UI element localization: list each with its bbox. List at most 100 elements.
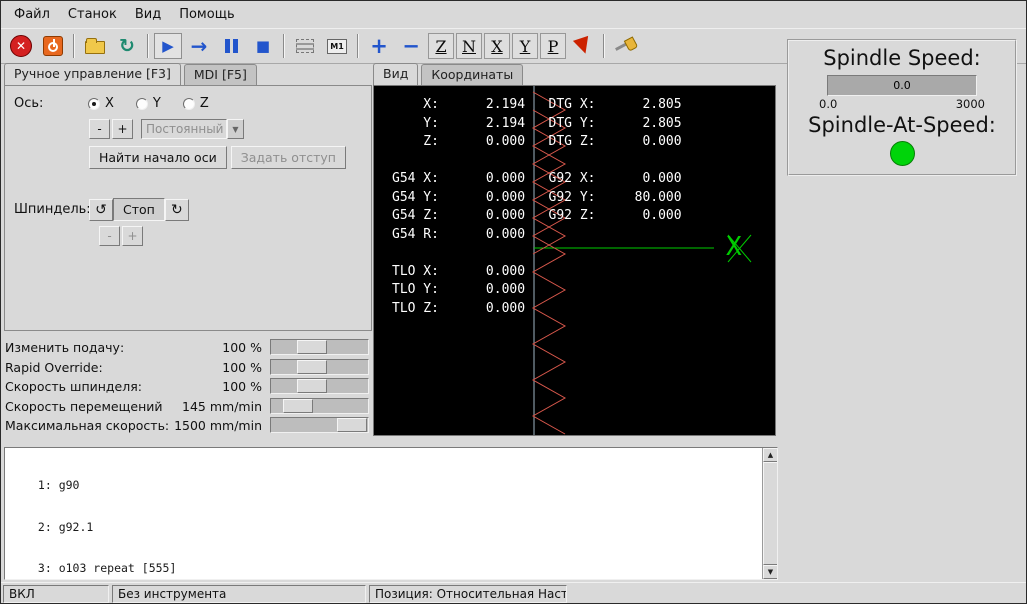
broom-icon (613, 35, 639, 57)
slider-handle[interactable] (297, 340, 327, 354)
view-y-icon: Y (519, 36, 531, 56)
clear-plot-button[interactable] (610, 32, 640, 60)
gcode-listing[interactable]: 1: g90 2: g92.1 3: o103 repeat [555] 4: … (4, 447, 778, 580)
combo-arrow-icon[interactable]: ▼ (227, 119, 244, 139)
gcode-line[interactable]: 3: o103 repeat [555] (31, 561, 777, 576)
skip-lines-button[interactable] (290, 32, 320, 60)
slider-handle[interactable] (283, 398, 313, 413)
menu-file[interactable]: Файл (5, 3, 59, 26)
gcode-line[interactable]: 2: g92.1 (31, 520, 777, 535)
tab-mdi[interactable]: MDI [F5] (183, 64, 257, 85)
reload-button[interactable]: ↻ (112, 32, 142, 60)
zoom-out-icon: − (402, 33, 420, 58)
preview-section: Вид Координаты X: 2.194 DTG X: 2.805 Y: … (373, 63, 778, 436)
view-x-button[interactable]: X (484, 33, 510, 59)
spindle-override-row: Скорость шпинделя: 100 % (4, 377, 372, 397)
zoom-in-button[interactable]: + (364, 32, 394, 60)
set-offset-button[interactable]: Задать отступ (230, 146, 346, 169)
scrollbar-thumb[interactable] (763, 462, 777, 565)
open-file-button[interactable] (80, 32, 110, 60)
view-z-button[interactable]: Z (428, 33, 454, 59)
tab-dro[interactable]: Координаты (421, 64, 524, 85)
jog-increment-combo[interactable]: Постоянный ▼ (141, 119, 244, 139)
machine-power-button[interactable] (38, 32, 68, 60)
spindle-stop-button[interactable]: Стоп (113, 198, 165, 221)
toolbar-separator (283, 34, 285, 58)
menu-view[interactable]: Вид (126, 3, 170, 26)
radio-z-circle[interactable] (182, 97, 195, 110)
jog-plus-button[interactable]: + (112, 119, 133, 139)
view-z-icon: Z (435, 36, 447, 56)
rapid-override-label: Rapid Override: (5, 359, 103, 375)
slider-handle[interactable] (297, 379, 327, 393)
toolbar-separator (73, 34, 75, 58)
manual-control-panel: Ось: X Y Z - + Постоянный ▼ Найти начало… (4, 85, 372, 331)
menu-machine[interactable]: Станок (59, 3, 126, 26)
axis-label: Ось: (14, 96, 44, 111)
backplot-preview[interactable]: X: 2.194 DTG X: 2.805 Y: 2.194 DTG Y: 2.… (373, 85, 776, 436)
view-z-rotated-icon: N (462, 36, 476, 56)
view-z-rotated-button[interactable]: N (456, 33, 482, 59)
spindle-ccw-button[interactable]: ↺ (89, 198, 113, 221)
pause-icon (224, 39, 238, 53)
run-button[interactable]: ▶ (154, 33, 182, 59)
spindle-speed-section: Spindle Speed: 0.0 0.0 3000 Spindle-At-S… (787, 39, 1017, 176)
dro-readout: X: 2.194 DTG X: 2.805 Y: 2.194 DTG Y: 2.… (392, 97, 682, 316)
zoom-out-button[interactable]: − (396, 32, 426, 60)
gcode-scrollbar[interactable]: ▲ ▼ (762, 448, 777, 579)
step-icon: → (190, 34, 208, 58)
spindle-at-speed-led (889, 141, 915, 166)
radio-x-circle[interactable] (88, 97, 100, 110)
spindle-at-speed-label: Spindle-At-Speed: (808, 113, 996, 137)
axis-radio-x[interactable]: X (88, 96, 114, 111)
override-sliders: Изменить подачу: 100 % Rapid Override: 1… (4, 338, 372, 436)
view-perspective-icon: P (547, 36, 559, 56)
spindle-slower-button[interactable]: - (99, 226, 120, 246)
max-velocity-row: Максимальная скорость: 1500 mm/min (4, 416, 372, 436)
radio-y-label: Y (152, 96, 161, 111)
axis-radio-z[interactable]: Z (182, 96, 209, 111)
stop-button[interactable]: ■ (248, 32, 278, 60)
zoom-in-icon: + (370, 33, 388, 58)
machine-state-status: ВКЛ (3, 584, 109, 603)
gcode-line[interactable]: 1: g90 (31, 478, 777, 493)
slider-handle[interactable] (337, 418, 367, 432)
radio-z-label: Z (199, 96, 209, 111)
spindle-speed-bar: 0.0 (827, 75, 977, 96)
power-icon (43, 36, 63, 56)
rotate-view-button[interactable] (568, 32, 598, 60)
axis-radio-y[interactable]: Y (135, 96, 161, 111)
slider-handle[interactable] (297, 359, 327, 374)
rapid-override-slider[interactable] (270, 358, 369, 375)
scroll-up-icon[interactable]: ▲ (763, 448, 777, 462)
jog-speed-slider[interactable] (270, 397, 369, 414)
toolbar-separator (147, 34, 149, 58)
spindle-faster-button[interactable]: + (122, 226, 143, 246)
rapid-override-row: Rapid Override: 100 % (4, 358, 372, 378)
max-velocity-label: Максимальная скорость: (5, 418, 170, 433)
status-bar: ВКЛ Без инструмента Позиция: Относительн… (1, 582, 1026, 603)
view-y-button[interactable]: Y (512, 33, 538, 59)
menu-help[interactable]: Помощь (170, 3, 243, 26)
step-button[interactable]: → (184, 32, 214, 60)
radio-y-circle[interactable] (135, 97, 148, 110)
x-axis-marker: X (726, 232, 742, 262)
pause-button[interactable] (216, 32, 246, 60)
jog-speed-value: 145 mm/min (182, 398, 262, 414)
radio-x-label: X (105, 96, 114, 111)
menu-bar: Файл Станок Вид Помощь (1, 1, 1026, 28)
optional-pause-button[interactable]: M1 (322, 32, 352, 60)
scroll-down-icon[interactable]: ▼ (763, 565, 777, 579)
tab-manual-control[interactable]: Ручное управление [F3] (4, 63, 181, 85)
jog-minus-button[interactable]: - (89, 119, 110, 139)
feed-override-slider[interactable] (270, 339, 369, 355)
estop-button[interactable]: ✕ (6, 32, 36, 60)
spindle-label: Шпиндель: (14, 202, 91, 217)
view-perspective-button[interactable]: P (540, 33, 566, 59)
spindle-override-slider[interactable] (270, 378, 369, 394)
max-velocity-slider[interactable] (270, 417, 369, 433)
tab-preview[interactable]: Вид (373, 63, 419, 85)
spindle-cw-button[interactable]: ↻ (164, 198, 189, 221)
view-x-icon: X (491, 36, 503, 56)
home-axis-button[interactable]: Найти начало оси (89, 146, 227, 169)
